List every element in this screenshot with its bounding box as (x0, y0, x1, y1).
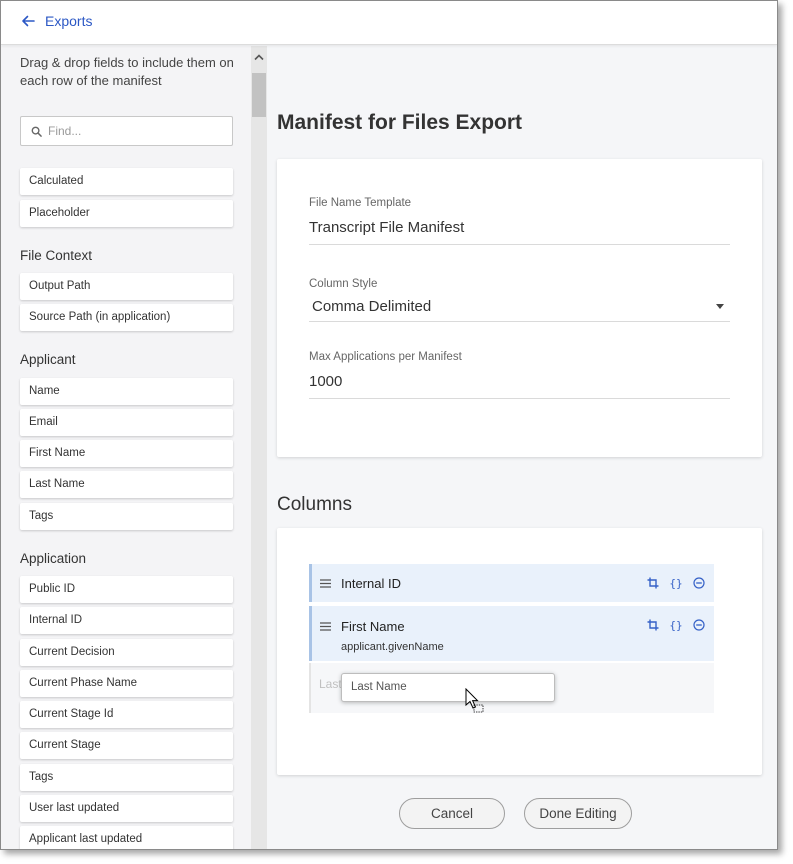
field-item-last-name[interactable]: Last Name (20, 471, 233, 498)
settings-card: File Name Template Transcript File Manif… (277, 159, 762, 457)
column-actions: {} (637, 618, 706, 632)
braces-icon[interactable]: {} (669, 576, 683, 590)
field-item-internal-id[interactable]: Internal ID (20, 607, 233, 634)
field-item-placeholder[interactable]: Placeholder (20, 200, 233, 227)
sidebar-hint: Drag & drop fields to include them on ea… (20, 55, 234, 88)
max-applications-label: Max Applications per Manifest (309, 351, 462, 363)
file-name-template-field[interactable]: File Name Template Transcript File Manif… (309, 197, 730, 245)
drop-placeholder-text: Last (319, 677, 342, 691)
field-item-current-decision[interactable]: Current Decision (20, 639, 233, 666)
search-input[interactable] (48, 124, 218, 138)
chevron-up-icon (254, 54, 264, 61)
column-expression: applicant.givenName (341, 641, 444, 653)
field-item-name[interactable]: Name (20, 378, 233, 405)
field-item-calculated[interactable]: Calculated (20, 168, 233, 195)
max-applications-field[interactable]: Max Applications per Manifest 1000 (309, 351, 730, 399)
group-heading-file-context: File Context (20, 248, 93, 263)
scroll-thumb[interactable] (252, 73, 266, 117)
caret-down-icon[interactable] (716, 304, 724, 309)
column-actions: {} (637, 576, 706, 590)
arrow-left-icon (22, 15, 35, 27)
file-name-template-label: File Name Template (309, 197, 412, 209)
app-window: Exports Drag & drop fields to include th… (0, 0, 778, 850)
column-row-first-name[interactable]: First Name applicant.givenName {} (309, 606, 714, 661)
field-item-public-id[interactable]: Public ID (20, 576, 233, 603)
done-editing-button[interactable]: Done Editing (524, 798, 632, 829)
column-name: Internal ID (341, 576, 401, 591)
back-link-label[interactable]: Exports (45, 13, 92, 29)
field-item-current-stage-id[interactable]: Current Stage Id (20, 701, 233, 728)
field-item-applicant-last-updated[interactable]: Applicant last updated (20, 826, 233, 849)
field-item-applicant-tags[interactable]: Tags (20, 503, 233, 530)
cancel-button[interactable]: Cancel (399, 798, 505, 829)
column-style-dropdown[interactable]: Comma Delimited (309, 298, 730, 321)
drag-handle-icon[interactable] (320, 579, 331, 588)
field-item-output-path[interactable]: Output Path (20, 273, 233, 300)
column-style-label: Column Style (309, 278, 378, 290)
braces-icon[interactable]: {} (669, 618, 683, 632)
column-style-select[interactable]: Column Style Comma Delimited (309, 278, 730, 322)
field-item-email[interactable]: Email (20, 409, 233, 436)
field-item-user-last-updated[interactable]: User last updated (20, 795, 233, 822)
field-item-application-tags[interactable]: Tags (20, 764, 233, 791)
group-heading-application: Application (20, 551, 87, 566)
remove-circle-icon[interactable] (692, 576, 706, 590)
sidebar-scrollbar[interactable] (251, 46, 267, 849)
field-item-first-name[interactable]: First Name (20, 440, 233, 467)
max-applications-value[interactable]: 1000 (309, 373, 730, 398)
columns-section-title: Columns (277, 494, 352, 515)
scroll-up-button[interactable] (251, 50, 267, 64)
back-link[interactable]: Exports (21, 13, 92, 29)
field-item-current-phase-name[interactable]: Current Phase Name (20, 670, 233, 697)
columns-card: Internal ID {} First Name applicant.give… (277, 528, 762, 775)
file-name-template-value[interactable]: Transcript File Manifest (309, 219, 730, 244)
dragging-field-chip[interactable]: Last Name (341, 673, 555, 702)
column-name: First Name (341, 619, 405, 634)
top-bar: Exports (1, 1, 777, 45)
remove-circle-icon[interactable] (692, 618, 706, 632)
drag-handle-icon[interactable] (320, 622, 331, 631)
field-search[interactable] (20, 116, 233, 146)
search-icon (31, 126, 42, 137)
crop-icon[interactable] (646, 576, 660, 590)
column-style-value[interactable]: Comma Delimited (309, 298, 431, 315)
field-item-source-path[interactable]: Source Path (in application) (20, 304, 233, 331)
field-item-current-stage[interactable]: Current Stage (20, 732, 233, 759)
fields-sidebar: Drag & drop fields to include them on ea… (1, 46, 251, 849)
page-title: Manifest for Files Export (277, 111, 523, 134)
crop-icon[interactable] (646, 618, 660, 632)
drag-cursor-icon (465, 688, 484, 713)
group-heading-applicant: Applicant (20, 352, 76, 367)
column-row-internal-id[interactable]: Internal ID {} (309, 564, 714, 602)
